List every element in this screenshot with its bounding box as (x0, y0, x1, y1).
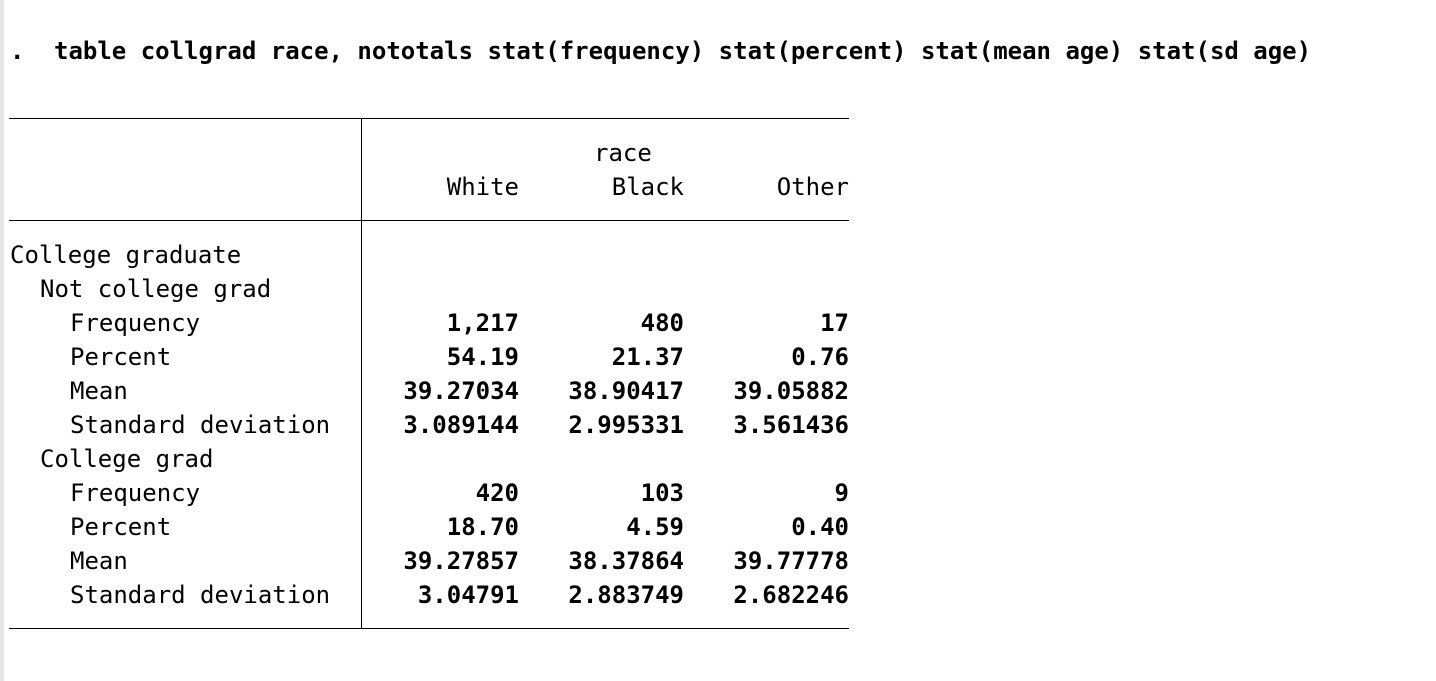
table-cell: 420 (475, 479, 519, 507)
stat-label: Frequency (70, 309, 201, 337)
stat-label: Frequency (70, 479, 201, 507)
table-bottom-rule (9, 628, 849, 629)
table-cell: 38.90417 (568, 377, 684, 405)
table-cell: 480 (640, 309, 684, 337)
stat-label: Percent (70, 513, 172, 541)
stat-label: Percent (70, 343, 172, 371)
table-cell: 2.995331 (568, 411, 684, 439)
table-header-rule (9, 220, 849, 221)
table-cell: 103 (640, 479, 684, 507)
column-header-black: Black (611, 173, 684, 201)
table-cell: 3.561436 (733, 411, 849, 439)
table-cell: 1,217 (446, 309, 519, 337)
table-top-rule (9, 118, 849, 119)
command-prompt: . (10, 37, 25, 65)
results-window-edge (0, 0, 4, 681)
table-cell: 17 (820, 309, 849, 337)
column-header-other: Other (776, 173, 849, 201)
table-cell: 9 (834, 479, 849, 507)
table-cell: 3.04791 (417, 581, 519, 609)
stat-label: Standard deviation (70, 581, 331, 609)
command-line: . table collgrad race, nototals stat(freq… (10, 36, 1311, 66)
group-label-college-grad: College grad (40, 445, 214, 473)
row-variable-label: College graduate (10, 241, 242, 269)
group-label-not-college-grad: Not college grad (40, 275, 272, 303)
table-cell: 39.27857 (403, 547, 519, 575)
table-cell: 39.05882 (733, 377, 849, 405)
command-text: table collgrad race, nototals stat(frequ… (54, 37, 1312, 65)
stat-label: Mean (70, 547, 128, 575)
table-cell: 38.37864 (568, 547, 684, 575)
table-cell: 4.59 (626, 513, 684, 541)
table-cell: 3.089144 (403, 411, 519, 439)
table-cell: 2.883749 (568, 581, 684, 609)
table-cell: 39.77778 (733, 547, 849, 575)
table-cell: 21.37 (611, 343, 684, 371)
stat-label: Mean (70, 377, 128, 405)
table-cell: 2.682246 (733, 581, 849, 609)
column-variable-label: race (594, 139, 652, 167)
table-cell: 18.70 (446, 513, 519, 541)
column-header-white: White (446, 173, 519, 201)
table-stub-divider (361, 118, 362, 629)
table-cell: 39.27034 (403, 377, 519, 405)
stat-label: Standard deviation (70, 411, 331, 439)
table-cell: 0.40 (791, 513, 849, 541)
table-cell: 0.76 (791, 343, 849, 371)
table-cell: 54.19 (446, 343, 519, 371)
